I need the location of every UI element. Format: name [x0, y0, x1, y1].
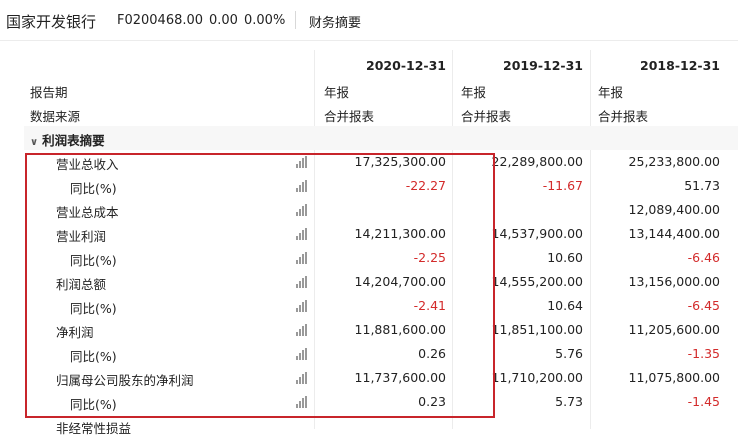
- section-header[interactable]: ∨ 利润表摘要: [24, 126, 738, 150]
- row-label: 报告期: [30, 85, 68, 100]
- cell: 12,089,400.00: [628, 202, 720, 217]
- cell: -6.46: [687, 250, 720, 265]
- chevron-down-icon[interactable]: ∨: [30, 137, 38, 148]
- column-header[interactable]: 2020-12-31: [366, 58, 446, 73]
- cell: 14,537,900.00: [491, 226, 583, 241]
- cell: 5.76: [555, 346, 583, 361]
- cell: 22,289,800.00: [491, 154, 583, 169]
- cell: 年报: [461, 85, 487, 100]
- title-bar: 国家开发银行 F0200468.00 0.00 0.00% 财务摘要: [0, 0, 738, 41]
- row-label: 数据来源: [30, 109, 81, 124]
- security-code: F0200468.00: [117, 13, 204, 28]
- highlight-box: [25, 153, 495, 418]
- cell: 合并报表: [598, 109, 649, 124]
- cell: 年报: [598, 85, 624, 100]
- section-label: 利润表摘要: [42, 133, 105, 148]
- price-change-pct: 0.00%: [244, 13, 286, 28]
- table-row: 数据来源 合并报表 合并报表 合并报表: [24, 102, 738, 126]
- cell: -6.45: [687, 298, 720, 313]
- cell: 合并报表: [461, 109, 512, 124]
- price-change: 0.00: [209, 13, 238, 28]
- cell: 25,233,800.00: [628, 154, 720, 169]
- cell: 年报: [324, 85, 350, 100]
- column-header[interactable]: 2018-12-31: [640, 58, 720, 73]
- cell: 11,851,100.00: [491, 322, 583, 337]
- cell: 5.73: [555, 394, 583, 409]
- column-header[interactable]: 2019-12-31: [503, 58, 583, 73]
- cell: 10.60: [547, 250, 583, 265]
- cell: -1.45: [687, 394, 720, 409]
- divider: [295, 11, 296, 29]
- cell: 11,205,600.00: [628, 322, 720, 337]
- tab-financial-summary[interactable]: 财务摘要: [309, 12, 361, 31]
- cell: -1.35: [687, 346, 720, 361]
- cell: 13,144,400.00: [628, 226, 720, 241]
- cell: 13,156,000.00: [628, 274, 720, 289]
- cell: 合并报表: [324, 109, 375, 124]
- table-row: 报告期 年报 年报 年报: [24, 78, 738, 102]
- cell: 11,710,200.00: [491, 370, 583, 385]
- cell: -11.67: [542, 178, 583, 193]
- cell: 51.73: [684, 178, 720, 193]
- row-label: 非经常性损益: [56, 421, 132, 436]
- column-header-row: 2020-12-31 2019-12-31 2018-12-31: [24, 54, 738, 78]
- cell: 14,555,200.00: [491, 274, 583, 289]
- cell: 10.64: [547, 298, 583, 313]
- cell: 11,075,800.00: [628, 370, 720, 385]
- company-name: 国家开发银行: [6, 13, 97, 31]
